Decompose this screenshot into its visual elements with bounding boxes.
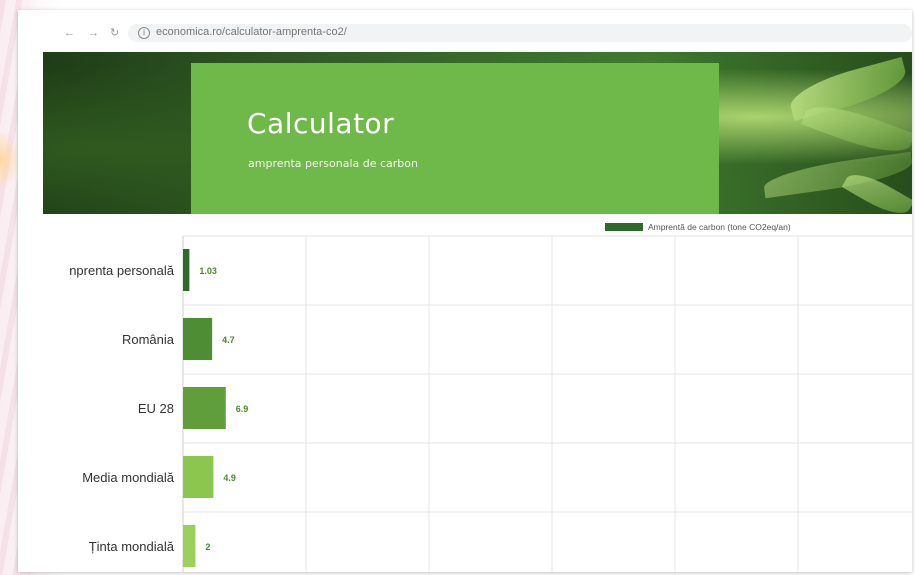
page-title: Calculator xyxy=(247,107,395,140)
value-label: 1.03 xyxy=(199,266,217,276)
browser-toolbar: ← → ↻ i economica.ro/calculator-amprenta… xyxy=(18,10,912,44)
reload-icon[interactable]: ↻ xyxy=(110,28,120,39)
category-label: Media mondială xyxy=(82,470,175,485)
browser-window: ← → ↻ i economica.ro/calculator-amprenta… xyxy=(18,10,912,572)
bar-chart: nprenta personală 1.03 România 4.7 EU 28 6.9 M… xyxy=(69,235,912,572)
bar[interactable] xyxy=(183,249,190,291)
category-label: România xyxy=(122,332,175,347)
hero-title-card: Calculator amprenta personala de carbon xyxy=(191,63,719,215)
value-label: 6.9 xyxy=(236,404,249,414)
page-subtitle: amprenta personala de carbon xyxy=(248,157,418,170)
chart-container: Amprentă de carbon (tone CO2eq/an) npren… xyxy=(18,214,912,572)
site-info-icon[interactable]: i xyxy=(138,27,150,39)
value-label: 4.7 xyxy=(222,335,235,345)
category-label: nprenta personală xyxy=(69,263,175,278)
bar[interactable] xyxy=(183,318,213,360)
back-arrow-icon[interactable]: ← xyxy=(64,28,75,39)
bar[interactable] xyxy=(183,525,196,567)
category-label: EU 28 xyxy=(138,401,174,416)
category-label: Ținta mondială xyxy=(89,539,175,554)
value-label: 2 xyxy=(205,542,210,552)
value-label: 4.9 xyxy=(223,473,236,483)
address-bar[interactable]: i economica.ro/calculator-amprenta-co2/ xyxy=(128,24,912,42)
background-glow xyxy=(0,130,20,190)
bar[interactable] xyxy=(183,387,226,429)
url-text: economica.ro/calculator-amprenta-co2/ xyxy=(156,26,347,38)
bar[interactable] xyxy=(183,456,214,498)
forward-arrow-icon[interactable]: → xyxy=(88,28,99,39)
